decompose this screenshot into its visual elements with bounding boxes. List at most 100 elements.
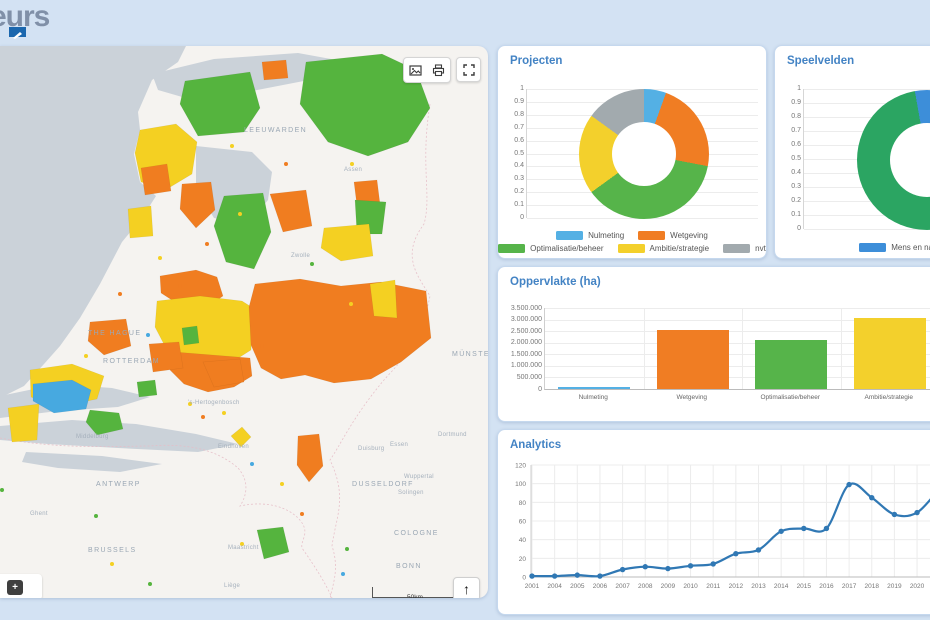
- projecten-donut-chart[interactable]: [579, 89, 709, 219]
- gridline: [545, 308, 930, 309]
- map-region-green[interactable]: [214, 193, 271, 269]
- panel-speelvelden: Speelvelden 10.90.80.70.60.50.40.30.20.1…: [774, 45, 930, 259]
- chart-grid: [531, 465, 930, 577]
- attribution-plus-icon: +: [7, 580, 23, 595]
- map-region-yellow[interactable]: [8, 404, 39, 442]
- map-dot: [0, 488, 4, 492]
- map-region-orange[interactable]: [262, 60, 288, 80]
- x-tick-label: 2018: [865, 583, 880, 590]
- legend-item[interactable]: Ambitie/strategie: [618, 244, 710, 253]
- north-arrow-button[interactable]: ↑: [453, 577, 480, 598]
- analytics-data-point[interactable]: [529, 573, 534, 578]
- x-tick-label: Nulmeting: [544, 394, 643, 401]
- y-tick-label: 100: [515, 481, 526, 488]
- y-tick-label: 0.2: [791, 197, 801, 204]
- map-dot: [250, 462, 254, 466]
- analytics-data-point[interactable]: [846, 482, 851, 487]
- analytics-data-point[interactable]: [733, 551, 738, 556]
- donut-hole: [890, 123, 930, 197]
- export-image-button[interactable]: [404, 59, 427, 81]
- bar-wetgeving[interactable]: [657, 330, 729, 389]
- map-export-toolbar: [403, 57, 451, 83]
- y-tick-label: 2.500.000: [511, 328, 542, 335]
- analytics-data-point[interactable]: [552, 573, 557, 578]
- y-tick-label: 0.7: [514, 124, 524, 131]
- analytics-data-point[interactable]: [756, 547, 761, 552]
- analytics-data-point[interactable]: [575, 572, 580, 577]
- bar-nulmeting[interactable]: [558, 387, 630, 389]
- analytics-data-point[interactable]: [643, 564, 648, 569]
- print-button[interactable]: [427, 59, 450, 81]
- analytics-data-point[interactable]: [892, 512, 897, 517]
- analytics-data-point[interactable]: [597, 573, 602, 578]
- dashboard: { "header": { "logo_text": "eurs" }, "ma…: [0, 0, 930, 620]
- map-region-orange[interactable]: [149, 342, 183, 372]
- x-axis-labels: NulmetingWetgevingOptimalisatie/beheerAm…: [544, 394, 930, 406]
- fullscreen-button[interactable]: [456, 57, 481, 82]
- city-label: Wuppertal: [404, 474, 434, 480]
- city-label: DUSSELDORF: [352, 481, 414, 488]
- x-tick-label: 2005: [570, 583, 585, 590]
- analytics-data-point[interactable]: [824, 526, 829, 531]
- map-dot: [280, 482, 284, 486]
- x-tick-label: 2006: [593, 583, 608, 590]
- map-region-green[interactable]: [182, 326, 199, 345]
- map-region-orange[interactable]: [297, 434, 323, 482]
- y-tick-label: 60: [519, 519, 527, 526]
- y-tick-label: 0.8: [514, 111, 524, 118]
- x-tick-label: 2004: [547, 583, 562, 590]
- x-tick-label: 2007: [615, 583, 630, 590]
- y-tick-label: 0.7: [791, 127, 801, 134]
- map-dot: [300, 512, 304, 516]
- map-dot: [118, 292, 122, 296]
- x-tick-label: 2009: [661, 583, 676, 590]
- analytics-line-chart[interactable]: 0204060801001202001200420052006200720082…: [498, 454, 930, 614]
- analytics-data-point[interactable]: [801, 526, 806, 531]
- y-tick-label: 40: [519, 537, 527, 544]
- map-dot: [222, 411, 226, 415]
- legend-item[interactable]: Mens en natuur: [859, 243, 930, 252]
- analytics-data-point[interactable]: [688, 563, 693, 568]
- map-dot: [350, 162, 354, 166]
- y-axis: 3.500.0003.000.0002.500.0002.000.0001.50…: [500, 308, 542, 389]
- bar-ambitie-strategie[interactable]: [854, 318, 926, 389]
- map-canvas[interactable]: LEEUWARDEN Assen Zwolle MÜNSTER THE HAGU…: [0, 46, 488, 598]
- map-region-orange[interactable]: [249, 279, 431, 383]
- map-region-orange[interactable]: [180, 182, 215, 228]
- city-label: THE HAGUE: [88, 330, 141, 337]
- y-tick-label: 1: [797, 85, 801, 92]
- map-region-green[interactable]: [257, 527, 289, 559]
- map-region-yellow[interactable]: [128, 206, 153, 238]
- analytics-data-point[interactable]: [914, 510, 919, 515]
- fullscreen-icon: [463, 64, 475, 76]
- y-tick-label: 0: [538, 386, 542, 393]
- panel-analytics: Analytics 020406080100120200120042005200…: [497, 429, 930, 615]
- analytics-data-point[interactable]: [778, 529, 783, 534]
- y-tick-label: 1.000.000: [511, 362, 542, 369]
- analytics-data-point[interactable]: [665, 566, 670, 571]
- map-region-yellow[interactable]: [370, 280, 397, 318]
- map-attribution-button[interactable]: +: [0, 574, 42, 598]
- x-tick-label: 2010: [683, 583, 698, 590]
- map-scale-label: 50km: [407, 594, 423, 598]
- map-region-orange[interactable]: [270, 190, 312, 232]
- bar-optimalisatie-beheer[interactable]: [755, 340, 827, 389]
- city-label: Eindhoven: [218, 444, 249, 450]
- legend-label: Mens en natuur: [891, 243, 930, 252]
- y-tick-label: 0.1: [514, 201, 524, 208]
- legend-swatch: [859, 243, 886, 252]
- map-region-orange[interactable]: [141, 164, 171, 195]
- map-region-orange[interactable]: [88, 319, 131, 355]
- legend-item[interactable]: nvt: [723, 244, 766, 253]
- header: eurs: [0, 0, 930, 45]
- oppervlakte-bar-chart[interactable]: [544, 308, 930, 390]
- map-region-yellow[interactable]: [321, 224, 373, 261]
- analytics-data-point[interactable]: [869, 495, 874, 500]
- analytics-data-point[interactable]: [711, 561, 716, 566]
- map-region-green[interactable]: [137, 380, 157, 397]
- analytics-data-point[interactable]: [620, 567, 625, 572]
- legend-item[interactable]: Optimalisatie/beheer: [498, 244, 603, 253]
- legend-item[interactable]: Wetgeving: [638, 231, 708, 240]
- city-label: BRUSSELS: [88, 547, 137, 554]
- legend-item[interactable]: Nulmeting: [556, 231, 624, 240]
